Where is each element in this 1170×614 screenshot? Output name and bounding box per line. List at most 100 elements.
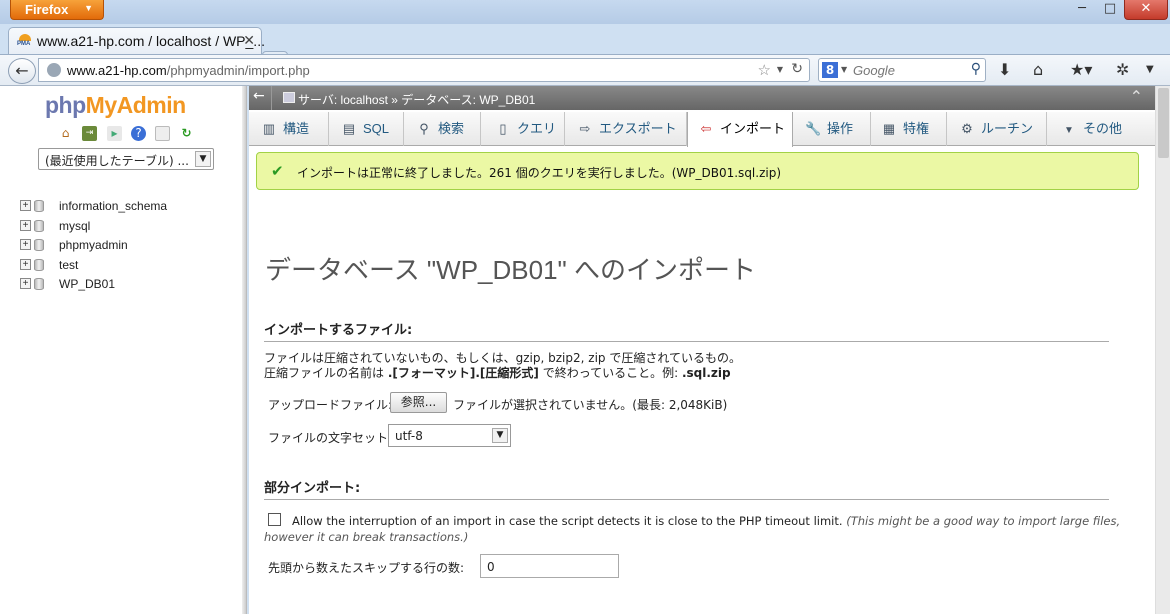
tab-label: その他 xyxy=(1083,121,1123,136)
documentation-icon[interactable] xyxy=(155,126,170,141)
favicon-text: PMA xyxy=(17,41,31,47)
tab-structure[interactable]: ▥ 構造 xyxy=(249,112,329,146)
tab-label: 特権 xyxy=(903,121,930,136)
search-input[interactable]: Google xyxy=(853,63,895,78)
expand-icon[interactable]: + xyxy=(20,258,31,270)
allow-interrupt-checkbox[interactable] xyxy=(268,513,281,526)
bookmark-star-icon[interactable]: ☆ xyxy=(758,61,771,79)
file-description: ファイルは圧縮されていないもの、もしくは、gzip, bzip2, zip で圧… xyxy=(264,351,741,381)
scroll-to-top-icon[interactable]: ⌃ xyxy=(1130,87,1143,106)
engine-dropdown-icon[interactable]: ▼ xyxy=(841,65,847,74)
top-menu: ▥ 構造 ▤ SQL ⚲ 検索 ▯ クエリ ⇨ エクスポート ⇦ インポート 🔧 操作 ▦ 特権… xyxy=(249,112,1155,147)
google-engine-icon[interactable]: 8 xyxy=(822,62,838,78)
home-icon[interactable]: ⌂ xyxy=(1033,60,1043,79)
address-bar[interactable]: www.a21-hp.com/phpmyadmin/import.php ☆ ▼… xyxy=(38,58,810,82)
browse-button[interactable]: 参照... xyxy=(390,392,447,413)
upload-file-label: アップロードファイル: xyxy=(268,398,393,412)
allow-interrupt-label[interactable]: Allow the interruption of an import in c… xyxy=(292,514,843,528)
recent-tables-value: (最近使用したテーブル) ... xyxy=(45,154,189,168)
chevron-down-icon: ▼ xyxy=(84,3,93,13)
logo-myadmin: MyAdmin xyxy=(85,92,187,118)
desc-prefix: 圧縮ファイルの名前は xyxy=(264,366,388,380)
breadcrumb-text[interactable]: サーバ: localhost » データベース: WP_DB01 xyxy=(298,91,535,108)
file-section-heading: インポートするファイル: xyxy=(264,319,1109,342)
expand-icon[interactable]: + xyxy=(20,278,31,290)
reload-icon[interactable]: ↻ xyxy=(179,126,194,141)
tab-query[interactable]: ▯ クエリ xyxy=(481,112,565,146)
breadcrumb: ← サーバ: localhost » データベース: WP_DB01 ⌃ xyxy=(249,86,1155,110)
phpmyadmin-logo[interactable]: phpMyAdmin xyxy=(45,92,186,119)
database-icon xyxy=(34,258,44,271)
tab-label: 操作 xyxy=(827,121,854,136)
recent-tables-select[interactable]: (最近使用したテーブル) ... ▼ xyxy=(38,148,214,170)
close-icon[interactable]: ✕ xyxy=(243,32,255,49)
skip-rows-label: 先頭から数えたスキップする行の数: xyxy=(268,561,465,575)
tab-more[interactable]: ▼ その他 xyxy=(1047,112,1147,146)
database-name[interactable]: WP_DB01 xyxy=(59,277,115,291)
reload-icon[interactable]: ↻ xyxy=(791,61,803,77)
database-name[interactable]: test xyxy=(59,258,78,272)
description-line-1: ファイルは圧縮されていないもの、もしくは、gzip, bzip2, zip で圧… xyxy=(264,351,741,365)
tab-privileges[interactable]: ▦ 特権 xyxy=(871,112,947,146)
search-bar[interactable]: 8 ▼ Google ⚲ xyxy=(818,58,986,82)
database-icon xyxy=(34,278,44,291)
tab-label: ルーチン xyxy=(981,121,1034,136)
search-icon[interactable]: ⚲ xyxy=(971,61,981,77)
back-button[interactable]: ← xyxy=(8,58,36,84)
tab-operations[interactable]: 🔧 操作 xyxy=(793,112,871,146)
tab-routines[interactable]: ⚙ ルーチン xyxy=(947,112,1047,146)
expand-icon[interactable]: + xyxy=(20,239,31,251)
url-text: www.a21-hp.com/phpmyadmin/import.php xyxy=(67,63,310,78)
no-file-selected-text: ファイルが選択されていません。(最長: 2,048KiB) xyxy=(453,398,728,412)
charset-select[interactable]: utf-8 ▼ xyxy=(388,424,511,447)
maximize-button[interactable]: □ xyxy=(1096,0,1124,20)
logo-php: php xyxy=(45,92,86,118)
skip-rows-input[interactable]: 0 xyxy=(480,554,619,578)
database-name[interactable]: mysql xyxy=(59,219,90,233)
tab-strip: PMA www.a21-hp.com / localhost / WP_... … xyxy=(0,24,1170,75)
bookmarks-menu-icon[interactable]: ★▾ xyxy=(1070,60,1092,79)
expand-icon[interactable]: + xyxy=(20,219,31,231)
firefox-menu-label: Firefox xyxy=(25,2,69,17)
close-window-button[interactable]: ✕ xyxy=(1124,0,1168,20)
url-path: /phpmyadmin/import.php xyxy=(166,63,310,78)
vertical-scrollbar[interactable] xyxy=(1155,86,1170,614)
tab-label: インポート xyxy=(720,121,786,136)
partial-import-heading: 部分インポート: xyxy=(264,477,1109,500)
help-icon[interactable]: ? xyxy=(131,126,146,141)
chevron-down-icon: ▼ xyxy=(195,151,211,167)
history-dropdown-icon[interactable]: ▼ xyxy=(777,65,783,74)
overflow-menu-icon[interactable]: ▼ xyxy=(1146,64,1154,75)
home-icon[interactable]: ⌂ xyxy=(58,126,73,141)
tab-search[interactable]: ⚲ 検索 xyxy=(404,112,481,146)
charset-value: utf-8 xyxy=(395,429,423,443)
database-name[interactable]: information_schema xyxy=(59,199,167,213)
tab-export[interactable]: ⇨ エクスポート xyxy=(565,112,687,146)
download-icon[interactable]: ⬇ xyxy=(998,60,1011,79)
scrollbar-thumb[interactable] xyxy=(1158,88,1169,158)
desc-suffix: で終わっていること。例: xyxy=(538,366,682,380)
tab-sql[interactable]: ▤ SQL xyxy=(329,112,404,146)
database-name[interactable]: phpmyadmin xyxy=(59,238,128,252)
success-message: ✔ インポートは正常に終了しました。261 個のクエリを実行しました。(WP_D… xyxy=(256,152,1139,190)
expand-icon[interactable]: + xyxy=(20,200,31,211)
desc-format: .[フォーマット].[圧縮形式] xyxy=(387,366,539,380)
server-icon xyxy=(283,92,295,103)
browser-tab[interactable]: PMA www.a21-hp.com / localhost / WP_... … xyxy=(8,27,265,54)
database-icon xyxy=(34,219,44,232)
success-text: インポートは正常に終了しました。261 個のクエリを実行しました。(WP_DB0… xyxy=(297,166,782,180)
allow-interrupt-text: Allow the interruption of an import in c… xyxy=(264,513,1124,545)
main-content: ← サーバ: localhost » データベース: WP_DB01 ⌃ ▥ 構造… xyxy=(249,86,1155,614)
minimize-button[interactable]: ─ xyxy=(1068,0,1096,20)
logout-icon[interactable]: ⇥ xyxy=(82,126,97,141)
gears-icon: ⚙ xyxy=(961,121,973,136)
firefox-menu-button[interactable]: Firefox ▼ xyxy=(10,0,104,20)
chevron-down-icon: ▼ xyxy=(1064,125,1074,136)
sql-query-window-icon[interactable]: ▸ xyxy=(107,126,122,141)
addon-icon[interactable]: ✲ xyxy=(1116,60,1129,79)
tab-label: 検索 xyxy=(438,121,465,136)
tab-import[interactable]: ⇦ インポート xyxy=(687,112,793,147)
tab-title: www.a21-hp.com / localhost / WP_... xyxy=(37,33,265,49)
export-icon: ⇨ xyxy=(579,121,591,136)
collapse-navigation-icon[interactable]: ← xyxy=(253,88,265,104)
